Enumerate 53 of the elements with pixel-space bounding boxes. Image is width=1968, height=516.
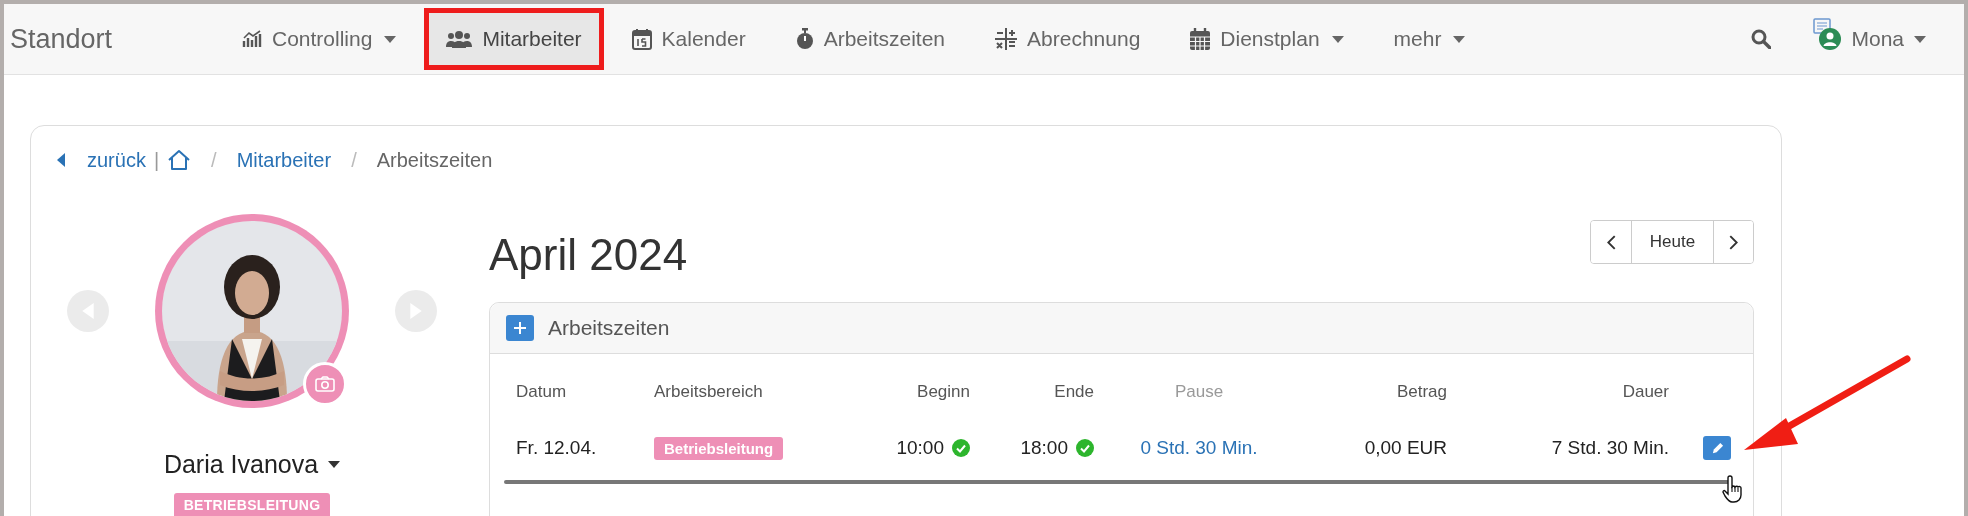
user-menu[interactable]: Mona: [1851, 27, 1926, 51]
breadcrumb-separator: /: [211, 148, 217, 172]
nav-item[interactable]: Dienstplan: [1168, 8, 1366, 70]
camera-icon: [315, 376, 335, 392]
chevron-left-icon: [1606, 234, 1616, 250]
column-header: Pause: [1173, 382, 1225, 402]
back-link[interactable]: zurück: [57, 148, 146, 172]
table-cell: 7 Std. 30 Min.: [1551, 437, 1669, 459]
month-title: April 2024: [489, 230, 688, 280]
calculator-signs-icon: [995, 28, 1018, 50]
stopwatch-icon: [795, 28, 814, 50]
nav-item[interactable]: Arbeitszeiten: [773, 8, 968, 70]
employee-name[interactable]: Daria Ivanova: [163, 450, 341, 479]
area-tag: Betriebsleitung: [654, 436, 784, 460]
separator: |: [153, 148, 160, 172]
pencil-icon: [1710, 441, 1724, 455]
column-header: Dauer: [1621, 382, 1669, 402]
table-cell-text: Fr. 12.04.: [515, 437, 598, 459]
role-tag: BETRIEBSLEITUNG: [173, 493, 331, 516]
column-header: Betrag: [1395, 382, 1447, 402]
brand-title[interactable]: Standort: [10, 23, 220, 55]
nav-item[interactable]: Mitarbeiter: [424, 8, 604, 70]
bar-chart-icon: [242, 30, 262, 48]
calendar-grid-icon: [1190, 28, 1211, 50]
table-cell: 10:00: [896, 437, 944, 459]
breadcrumb-link[interactable]: Mitarbeiter: [236, 148, 332, 172]
nav-item[interactable]: Controlling: [220, 8, 419, 70]
caret-left-icon: [57, 153, 65, 167]
panel-title: Arbeitszeiten: [548, 316, 670, 340]
search-icon[interactable]: [1751, 29, 1772, 49]
nav-item[interactable]: Abrechnung: [973, 8, 1163, 70]
column-header: Datum: [515, 382, 568, 402]
nav-item[interactable]: Kalender: [609, 8, 768, 70]
column-header: Arbeitsbereich: [654, 382, 764, 402]
breadcrumb-current: Arbeitszeiten: [376, 148, 493, 172]
nav-item[interactable]: mehr: [1371, 8, 1488, 70]
user-avatar-icon[interactable]: [1813, 18, 1844, 52]
chevron-right-icon: [1729, 234, 1738, 250]
table-cell: 0,00 EUR: [1364, 437, 1447, 459]
caret-icon: [328, 461, 341, 468]
caret-icon: [1914, 35, 1926, 43]
column-header: Beginn: [916, 382, 970, 402]
add-button[interactable]: [506, 315, 534, 341]
column-header: Ende: [1053, 382, 1094, 402]
breadcrumb-separator: /: [351, 148, 357, 172]
home-icon[interactable]: [167, 149, 192, 171]
plus-icon: [514, 322, 526, 334]
users-icon: [446, 30, 473, 48]
table-cell: 18:00: [1020, 437, 1068, 459]
next-month-button[interactable]: [1713, 221, 1753, 263]
edit-button[interactable]: [1703, 436, 1731, 460]
pause-link[interactable]: 0 Std. 30 Min.: [1140, 437, 1258, 459]
calendar-icon: [631, 28, 652, 50]
